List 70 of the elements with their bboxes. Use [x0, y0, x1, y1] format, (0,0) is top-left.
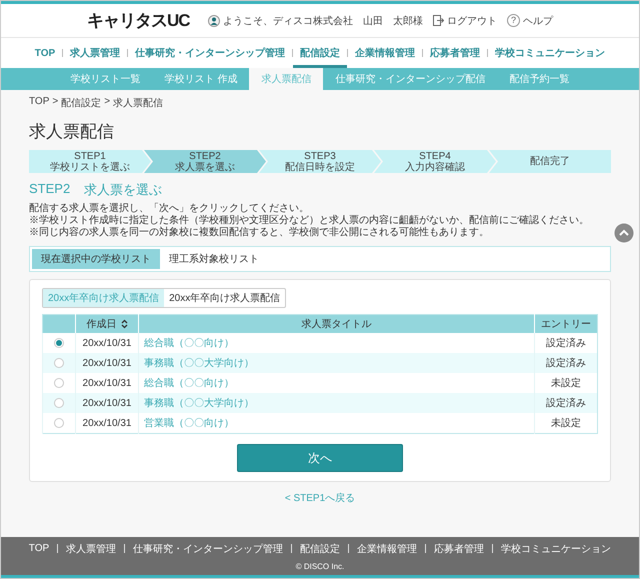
step-item: STEP1 学校リストを選ぶ — [29, 150, 151, 173]
radio-button[interactable] — [54, 378, 64, 388]
nav-tab[interactable]: 求人票管理 — [63, 38, 128, 68]
nav-tab[interactable]: 仕事研究・インターンシップ管理 — [128, 38, 292, 68]
copyright: © DISCO Inc. — [296, 562, 344, 570]
nav-tab[interactable]: 学校コミュニケーション — [488, 38, 612, 68]
footer-link[interactable]: 求人票管理 — [58, 542, 124, 556]
page-title: 求人票配信 — [29, 121, 115, 143]
section-title: 求人票を選ぶ — [84, 181, 162, 199]
subnav-tab[interactable]: 学校リスト一覧 — [58, 68, 153, 90]
scroll-top-button[interactable] — [614, 223, 634, 243]
user-icon — [208, 14, 220, 26]
footer-link[interactable]: 配信設定 — [292, 542, 348, 556]
footer-link[interactable]: 企業情報管理 — [349, 542, 426, 556]
list-tab[interactable]: 理工系対象校リスト — [160, 249, 268, 269]
breadcrumb-separator: > — [104, 96, 110, 109]
date-cell: 20xx/10/31 — [76, 353, 138, 373]
column-header: 作成日 — [86, 318, 116, 331]
job-title-link[interactable]: 総合職（〇〇向け） — [144, 338, 234, 349]
step-item: STEP3 配信日時を設定 — [259, 150, 381, 173]
subnav-tab[interactable]: 仕事研究・インターンシップ配信 — [323, 68, 498, 90]
nav-tab[interactable]: 配信設定 — [293, 38, 348, 68]
logo[interactable]: キャリタスUC — [87, 9, 190, 32]
help-icon[interactable]: ? — [507, 14, 520, 27]
logout-icon[interactable] — [433, 15, 444, 26]
job-title-link[interactable]: 事務職（〇〇大学向け） — [144, 398, 254, 409]
step-item: STEP2 求人票を選ぶ — [144, 150, 266, 173]
column-header: エントリー — [534, 314, 598, 333]
breadcrumb-link[interactable]: 配信設定 — [61, 96, 102, 110]
job-title-link[interactable]: 営業職（〇〇向け） — [144, 418, 234, 429]
logout-link[interactable]: ログアウト — [447, 14, 497, 28]
subnav-tab[interactable]: 配信予約一覧 — [497, 68, 582, 90]
breadcrumb-separator: > — [52, 96, 58, 109]
radio-button[interactable] — [54, 398, 64, 408]
step-number: STEP2 — [29, 181, 70, 198]
footer-link[interactable]: 仕事研究・インターンシップ管理 — [125, 542, 292, 556]
nav-tab[interactable]: 企業情報管理 — [348, 38, 422, 68]
year-tab[interactable]: 20xx年卒向け求人票配信 — [164, 289, 286, 307]
subnav-tab[interactable]: 学校リスト 作成 — [152, 68, 250, 90]
back-link[interactable]: < STEP1へ戻る — [284, 493, 356, 504]
job-title-link[interactable]: 事務職（〇〇大学向け） — [144, 358, 254, 369]
nav-tab[interactable]: 応募者管理 — [423, 38, 488, 68]
date-cell: 20xx/10/31 — [76, 393, 138, 413]
job-title-link[interactable]: 総合職（〇〇向け） — [144, 378, 234, 389]
step-item: STEP4 入力内容確認 — [374, 150, 496, 173]
next-button[interactable]: 次へ — [237, 444, 403, 472]
year-tab[interactable]: 20xx年卒向け求人票配信 — [43, 289, 164, 307]
footer-link[interactable]: TOP — [20, 543, 58, 554]
step-item: 配信完了 — [489, 150, 611, 173]
column-header: 求人票タイトル — [138, 314, 534, 333]
help-link[interactable]: ヘルプ — [523, 14, 553, 28]
nav-tab[interactable]: TOP — [28, 38, 62, 68]
breadcrumb-current: 求人票配信 — [113, 96, 164, 110]
note-text: ※学校リスト作成時に指定した条件（学校種別や文理区分など）と求人票の内容に齟齬がないか、配信前にご確認ください。 — [29, 215, 590, 226]
list-tab[interactable]: 現在選択中の学校リスト — [32, 249, 160, 269]
radio-button[interactable] — [54, 358, 64, 368]
radio-button[interactable] — [54, 338, 64, 348]
footer-link[interactable]: 応募者管理 — [426, 542, 492, 556]
radio-button[interactable] — [54, 418, 64, 428]
entry-cell: 設定済み — [534, 393, 598, 413]
footer-link[interactable]: 学校コミュニケーション — [493, 542, 620, 556]
entry-cell: 未設定 — [534, 413, 598, 434]
note-text: ※同じ内容の求人票を同一の対象校に複数回配信すると、学校側で非公開にされる可能性もあります。 — [29, 227, 490, 239]
subnav-tab[interactable]: 求人票配信 — [249, 68, 324, 90]
welcome-text: ようこそ、ディスコ株式会社 山田 太郎様 — [223, 14, 423, 28]
breadcrumb-link[interactable]: TOP — [29, 96, 50, 110]
instruction-text: 配信する求人票を選択し、「次へ」をクリックしてください。 — [29, 203, 310, 214]
entry-cell: 設定済み — [534, 353, 598, 373]
date-cell: 20xx/10/31 — [76, 413, 138, 434]
sort-icon[interactable] — [120, 319, 128, 329]
